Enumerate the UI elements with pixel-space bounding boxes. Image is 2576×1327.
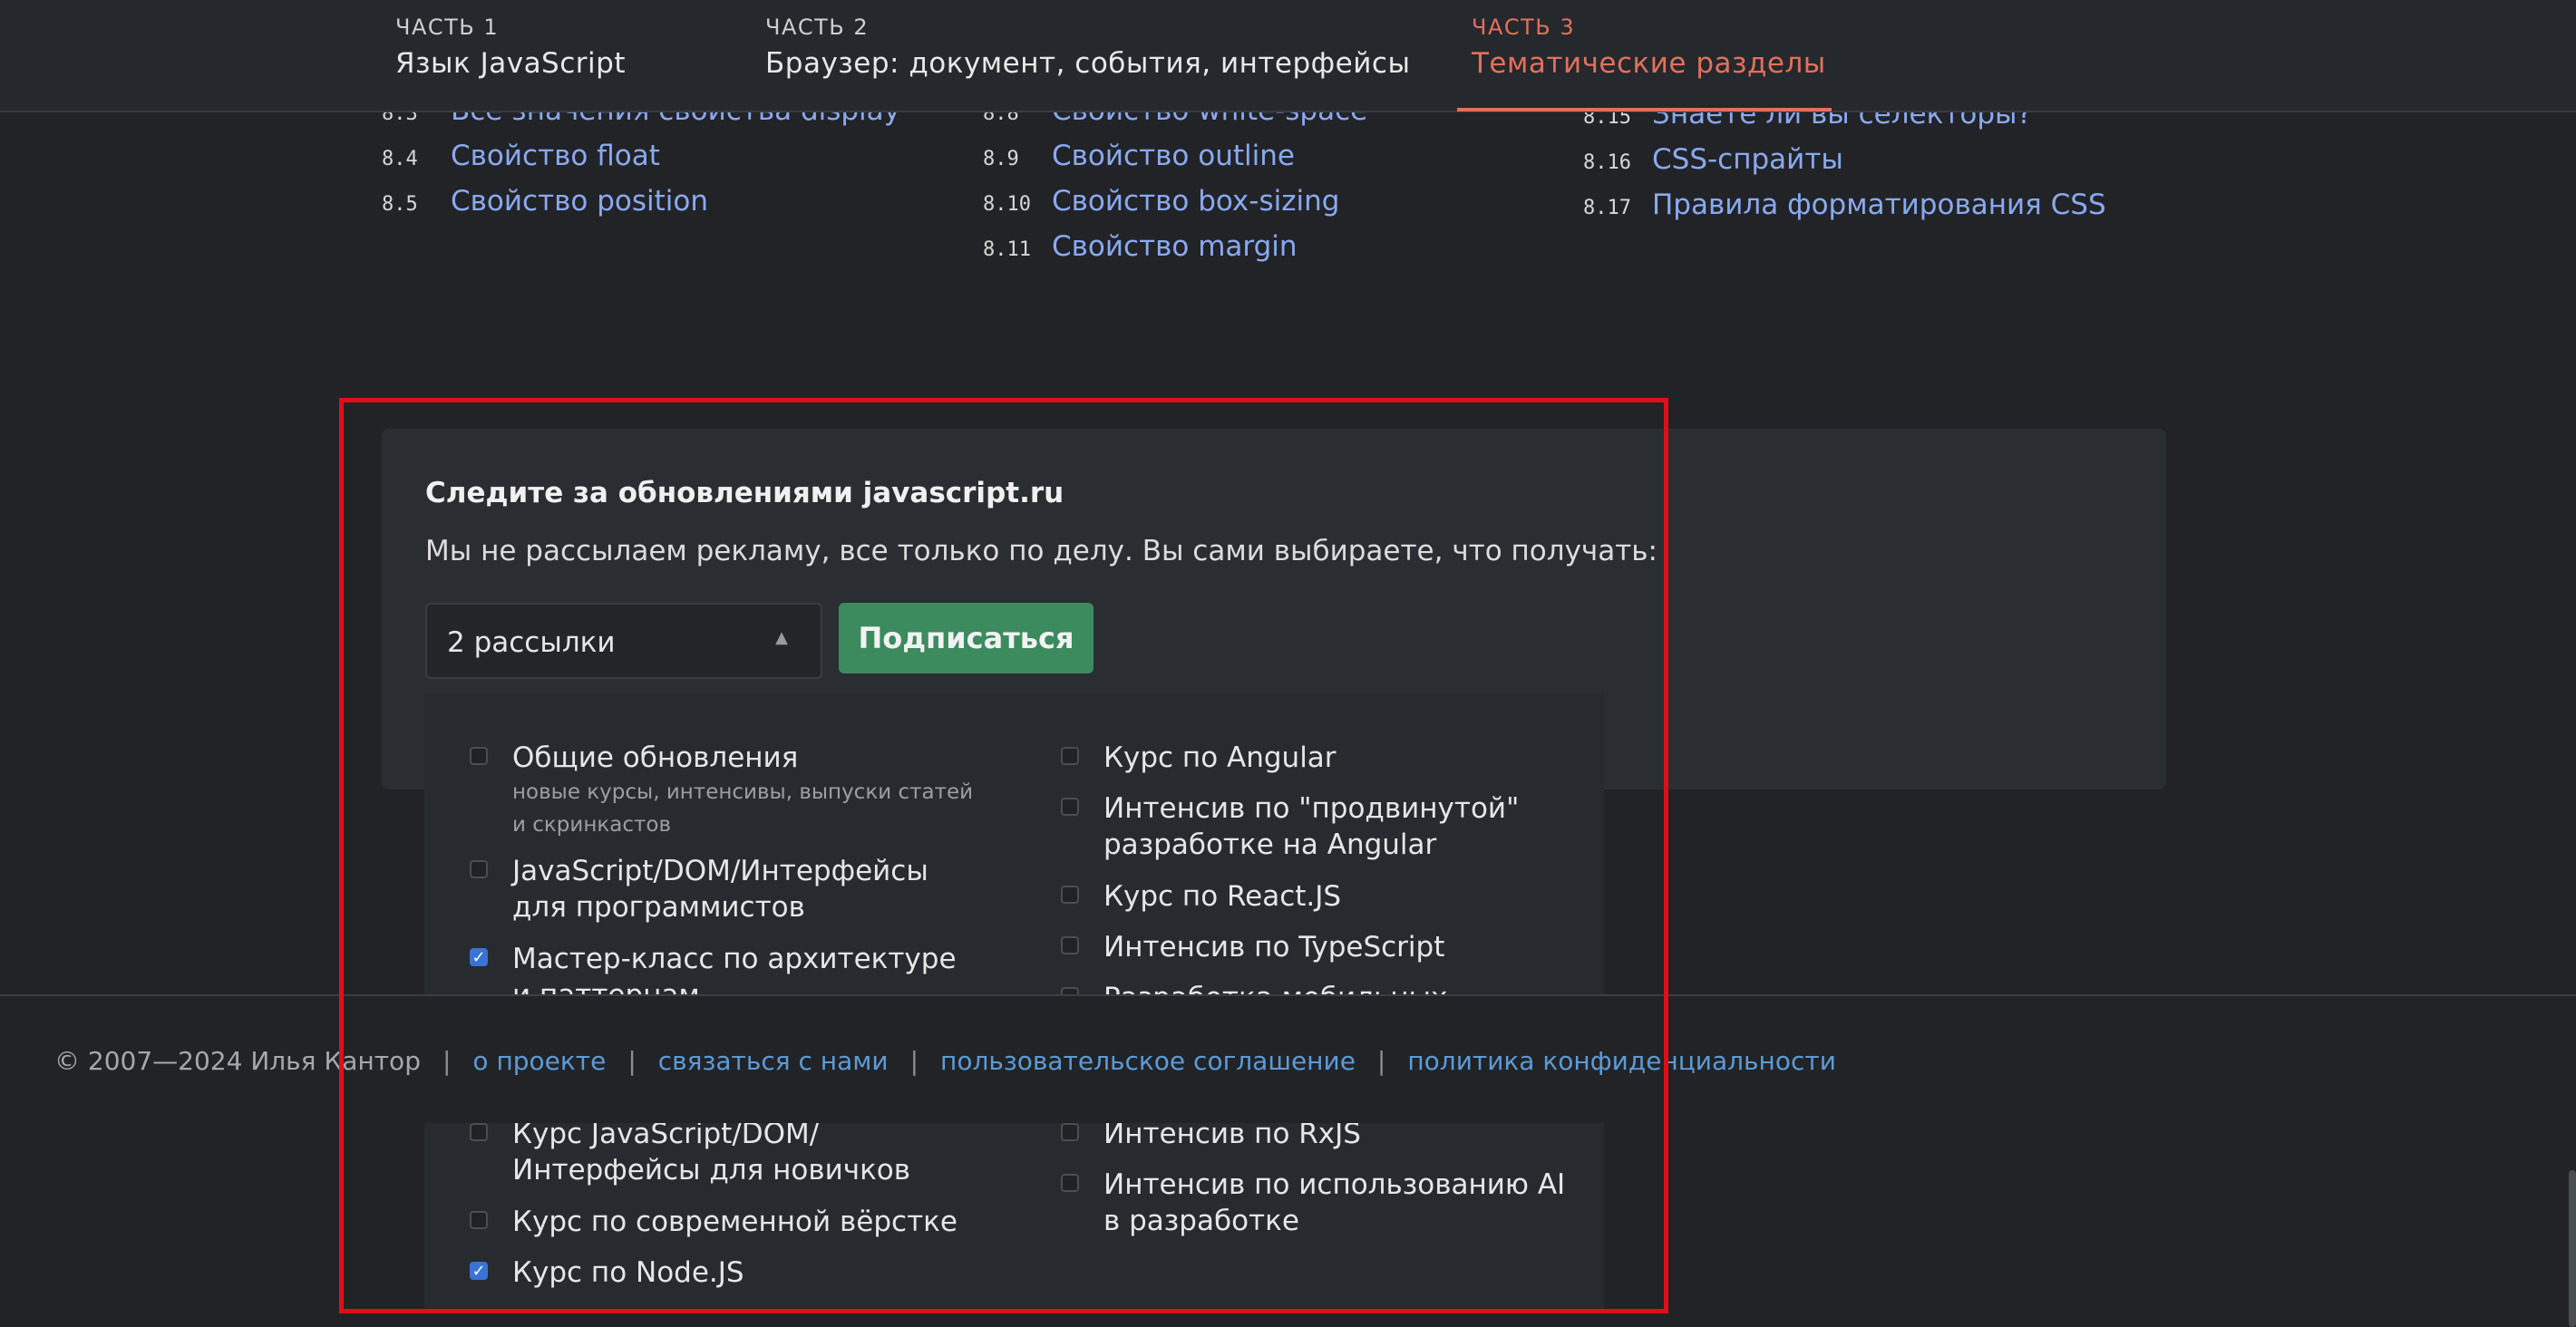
option-ai-dev[interactable]: Интенсив по использованию AI в разработк… bbox=[1061, 1167, 1569, 1239]
option-label: Общие обновления bbox=[512, 741, 799, 774]
subscribe-title: Следите за обновлениями javascript.ru bbox=[425, 477, 1064, 509]
option-typescript[interactable]: Интенсив по TypeScript bbox=[1061, 929, 1569, 965]
part-title: Язык JavaScript bbox=[395, 47, 626, 80]
checkbox[interactable] bbox=[1061, 936, 1079, 954]
toc-link[interactable]: Свойство float bbox=[451, 140, 660, 172]
toc-item: 8.10 Свойство box-sizing bbox=[983, 185, 1339, 218]
footer-separator: | bbox=[627, 1046, 637, 1076]
caret-up-icon: ▲ bbox=[775, 628, 788, 647]
checkbox[interactable] bbox=[470, 860, 488, 878]
newsletter-select-value: 2 рассылки bbox=[447, 626, 616, 659]
option-label: Интенсив по "продвинутой" разработке на … bbox=[1103, 792, 1520, 861]
option-label: Курс по React.JS bbox=[1103, 880, 1342, 913]
part-title: Браузер: документ, события, интерфейсы bbox=[765, 47, 1411, 80]
tab-part-2[interactable]: ЧАСТЬ 2 Браузер: документ, события, инте… bbox=[765, 15, 1410, 80]
toc-link[interactable]: Свойство outline bbox=[1052, 140, 1295, 172]
checkbox[interactable] bbox=[470, 1123, 488, 1141]
toc-number: 8.11 bbox=[983, 238, 1031, 261]
checkbox[interactable] bbox=[1061, 798, 1079, 816]
tab-part-1[interactable]: ЧАСТЬ 1 Язык JavaScript bbox=[395, 15, 626, 80]
footer-separator: | bbox=[909, 1046, 919, 1076]
option-advanced-angular[interactable]: Интенсив по "продвинутой" разработке на … bbox=[1061, 790, 1569, 863]
toc-link[interactable]: Правила форматирования CSS bbox=[1652, 189, 2106, 221]
toc-number: 8.9 bbox=[983, 148, 1019, 170]
toc-number: 8.4 bbox=[382, 148, 418, 170]
toc-item: 8.5 Свойство position bbox=[382, 185, 708, 218]
subscribe-description: Мы не рассылаем рекламу, все только по д… bbox=[425, 535, 1658, 567]
option-label: Курс по современной вёрстке bbox=[512, 1206, 957, 1238]
option-label: Курс JavaScript/DOM/Интерфейсы для нович… bbox=[512, 1118, 911, 1187]
newsletter-select[interactable]: 2 рассылки ▲ bbox=[425, 603, 822, 679]
footer-link-terms[interactable]: пользовательское соглашение bbox=[940, 1046, 1356, 1076]
footer-separator: | bbox=[442, 1046, 452, 1076]
toc-link[interactable]: Свойство box-sizing bbox=[1052, 185, 1339, 218]
option-sublabel: новые курсы, интенсивы, выпуски статей и… bbox=[512, 780, 974, 837]
footer-link-about[interactable]: о проекте bbox=[472, 1046, 606, 1076]
copyright: © 2007—2024 Илья Кантор bbox=[54, 1046, 421, 1076]
footer: © 2007—2024 Илья Кантор | о проекте | св… bbox=[0, 994, 2576, 1123]
option-nodejs[interactable]: ✓ Курс по Node.JS bbox=[470, 1254, 977, 1291]
toc-item: 8.16 CSS-спрайты bbox=[1583, 143, 1843, 176]
option-js-dom-beginners[interactable]: Курс JavaScript/DOM/Интерфейсы для нович… bbox=[470, 1116, 977, 1188]
checkbox[interactable] bbox=[470, 747, 488, 765]
part-number: ЧАСТЬ 3 bbox=[1472, 15, 1576, 40]
subscribe-button[interactable]: Подписаться bbox=[839, 603, 1094, 673]
toc-item: 8.4 Свойство float bbox=[382, 140, 660, 172]
checkbox-checked[interactable]: ✓ bbox=[470, 948, 488, 967]
option-angular[interactable]: Курс по Angular bbox=[1061, 740, 1569, 776]
toc-number: 8.10 bbox=[983, 193, 1031, 216]
footer-row: © 2007—2024 Илья Кантор | о проекте | св… bbox=[54, 1046, 1836, 1076]
checkbox[interactable] bbox=[1061, 886, 1079, 904]
toc-link[interactable]: CSS-спрайты bbox=[1652, 143, 1843, 176]
parts-nav: ЧАСТЬ 1 Язык JavaScript ЧАСТЬ 2 Браузер:… bbox=[0, 0, 2576, 112]
checkbox[interactable] bbox=[1061, 1174, 1079, 1192]
toc-number: 8.5 bbox=[382, 193, 418, 216]
toc-item: 8.17 Правила форматирования CSS bbox=[1583, 189, 2106, 221]
option-modern-layout[interactable]: Курс по современной вёрстке bbox=[470, 1204, 977, 1240]
tab-part-3[interactable]: ЧАСТЬ 3 Тематические разделы bbox=[1472, 15, 1826, 80]
checkbox-checked[interactable]: ✓ bbox=[470, 1262, 488, 1281]
scrollbar-thumb[interactable] bbox=[2569, 1170, 2576, 1327]
footer-link-privacy[interactable]: политика конфиденциальности bbox=[1407, 1046, 1836, 1076]
option-label: Интенсив по TypeScript bbox=[1103, 931, 1445, 964]
checkbox[interactable] bbox=[1061, 747, 1079, 765]
checkbox[interactable] bbox=[1061, 1123, 1079, 1141]
checkbox[interactable] bbox=[470, 1211, 488, 1229]
toc-item: 8.9 Свойство outline bbox=[983, 140, 1295, 172]
option-label: Курс по Angular bbox=[1103, 741, 1337, 774]
option-label: Курс по Node.JS bbox=[512, 1256, 744, 1289]
part-title: Тематические разделы bbox=[1472, 47, 1826, 80]
active-tab-underline bbox=[1457, 108, 1832, 111]
option-react[interactable]: Курс по React.JS bbox=[1061, 878, 1569, 915]
option-label: JavaScript/DOM/Интерфейсы для программис… bbox=[512, 855, 928, 924]
option-general-updates[interactable]: Общие обновления новые курсы, интенсивы,… bbox=[470, 740, 977, 841]
footer-link-contact[interactable]: связаться с нами bbox=[658, 1046, 889, 1076]
part-number: ЧАСТЬ 2 bbox=[765, 15, 870, 40]
part-number: ЧАСТЬ 1 bbox=[395, 15, 500, 40]
toc-link[interactable]: Свойство margin bbox=[1052, 230, 1298, 263]
toc-number: 8.17 bbox=[1583, 197, 1631, 219]
option-label: Интенсив по использованию AI в разработк… bbox=[1103, 1168, 1566, 1237]
toc-link[interactable]: Свойство position bbox=[451, 185, 708, 218]
toc-item: 8.11 Свойство margin bbox=[983, 230, 1298, 263]
footer-separator: | bbox=[1376, 1046, 1386, 1076]
option-js-dom-programmers[interactable]: JavaScript/DOM/Интерфейсы для программис… bbox=[470, 853, 977, 925]
toc-number: 8.16 bbox=[1583, 151, 1631, 174]
